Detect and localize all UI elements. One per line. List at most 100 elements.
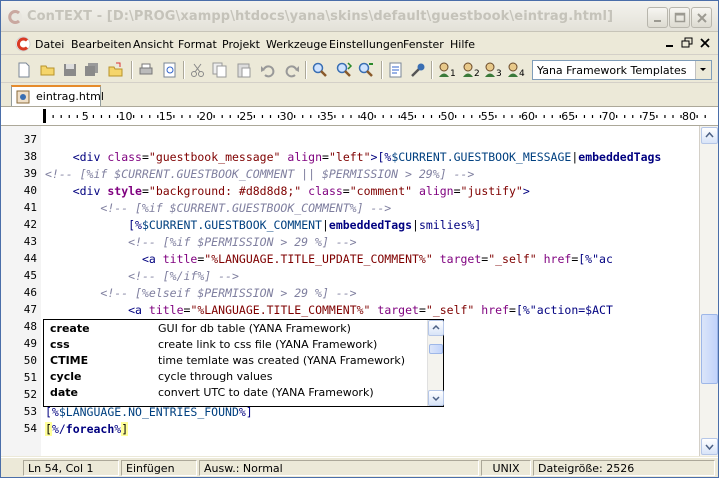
ruler-tick	[141, 115, 143, 118]
ruler-tick	[302, 115, 304, 118]
ruler-tick	[76, 115, 78, 118]
status-selection-mode: Ausw.: Normal	[199, 460, 479, 476]
title-bar[interactable]: ConTEXT - [D:\PROG\xampp\htdocs\yana\ski…	[1, 1, 718, 32]
ruler-label: 35	[320, 110, 334, 123]
tab-eintrag-html[interactable]: eintrag.html	[11, 85, 104, 106]
highlighter-select[interactable]: Yana Framework Templates	[532, 60, 712, 80]
print-icon[interactable]	[137, 61, 155, 79]
ruler-tick	[149, 115, 151, 118]
toolbar-separator	[431, 61, 433, 79]
ruler-tick	[100, 115, 103, 118]
code-line: 45 <!-- [%/if%] -->	[23, 269, 239, 283]
maximize-button[interactable]	[669, 7, 690, 28]
mdi-close-icon[interactable]	[699, 37, 711, 49]
ruler-tick	[52, 115, 54, 118]
code-line: 44 <a title="%LANGUAGE.TITLE_UPDATE_COMM…	[23, 252, 613, 266]
undo-icon[interactable]	[259, 61, 277, 79]
menu-datei[interactable]: Datei	[35, 38, 64, 51]
new-file-icon[interactable]	[15, 61, 33, 79]
ruler-tick	[229, 115, 231, 118]
replace-icon[interactable]	[357, 61, 375, 79]
toolbar-separator	[183, 61, 185, 79]
cut-icon[interactable]	[189, 61, 207, 79]
completion-scroll-up[interactable]	[428, 320, 444, 336]
ruler-tick	[108, 115, 111, 118]
ruler-label: 80	[682, 110, 696, 123]
status-bar: Ln 54, Col 1 Einfügen Ausw.: Normal UNIX…	[1, 457, 718, 477]
ruler-tick	[664, 115, 666, 118]
tab-label: eintrag.html	[36, 90, 104, 103]
minimize-icon	[654, 20, 661, 22]
code-line: 38 <div class="guestbook_message" align=…	[23, 150, 662, 164]
paste-icon[interactable]	[235, 61, 253, 79]
ruler-tick	[551, 115, 553, 118]
find-next-icon[interactable]	[335, 61, 353, 79]
file-properties-icon[interactable]	[387, 61, 405, 79]
arrow-down-icon	[705, 444, 714, 451]
ruler-tick	[543, 115, 545, 118]
highlighter-select-value: Yana Framework Templates	[537, 64, 687, 77]
ruler-label: 75	[642, 110, 656, 123]
ruler-tick	[213, 115, 215, 118]
ruler-tick	[390, 115, 392, 118]
ruler-label: 25	[239, 110, 253, 123]
mdi-restore-icon[interactable]	[681, 37, 693, 49]
ruler-label: 60	[521, 110, 535, 123]
close-button[interactable]	[691, 7, 712, 28]
status-cursor-position: Ln 54, Col 1	[23, 460, 119, 476]
toolbar: 1 2 3 4 Yana Framework Templates	[1, 57, 718, 83]
ruler-label: 70	[602, 110, 616, 123]
completion-scroll-down[interactable]	[428, 390, 444, 406]
dropdown-arrow[interactable]	[695, 61, 711, 79]
completion-item[interactable]: css create link to css file (YANA Framewo…	[44, 337, 427, 353]
completion-item[interactable]: CTIME time temlate was created (YANA Fram…	[44, 353, 427, 369]
ruler-label: 30	[280, 110, 294, 123]
code-line: 43 <!-- [%if $PERMISSION > 29 %] -->	[23, 235, 357, 249]
document-logo-icon[interactable]	[15, 36, 31, 52]
menu-hilfe[interactable]: Hilfe	[450, 38, 475, 51]
ruler-label: 15	[159, 110, 173, 123]
open-folder-icon[interactable]	[39, 61, 57, 79]
maximize-icon	[674, 12, 686, 23]
ruler-label: 40	[360, 110, 374, 123]
menu-einstellungen[interactable]: Einstellungen	[329, 38, 404, 51]
completion-item[interactable]: date convert UTC to date (YANA Framework)	[44, 385, 427, 401]
ruler-tick	[495, 115, 497, 118]
completion-item[interactable]: cycle cycle through values	[44, 369, 427, 385]
tools-icon[interactable]	[409, 61, 427, 79]
editor-scrollbar[interactable]	[699, 126, 718, 456]
code-line: 42 [%$CURRENT.GUESTBOOK_COMMENT|embedded…	[23, 218, 482, 232]
find-icon[interactable]	[311, 61, 329, 79]
completion-scrollbar[interactable]	[427, 320, 444, 406]
code-line: 40 <div style="background: #d8d8d8;" cla…	[23, 184, 530, 198]
redo-icon[interactable]	[283, 61, 301, 79]
scroll-down-button[interactable]	[701, 438, 718, 455]
ruler-tick	[253, 115, 255, 118]
minimize-button[interactable]	[647, 7, 668, 28]
ruler-tick	[511, 115, 513, 118]
completion-scroll-thumb[interactable]	[429, 344, 443, 354]
menu-bearbeiten[interactable]: Bearbeiten	[71, 38, 131, 51]
menu-ansicht[interactable]: Ansicht	[133, 38, 174, 51]
code-line: 39 <!-- [%if $CURRENT.GUESTBOOK_COMMENT |…	[23, 167, 475, 181]
completion-item[interactable]: create GUI for db table (YANA Framework)	[44, 321, 427, 337]
menu-format[interactable]: Format	[178, 38, 217, 51]
scroll-up-button[interactable]	[701, 127, 718, 144]
menu-fenster[interactable]: Fenster	[403, 38, 444, 51]
mdi-minimize-icon[interactable]	[664, 37, 676, 49]
save-icon[interactable]	[61, 61, 79, 79]
menu-projekt[interactable]: Projekt	[222, 38, 260, 51]
print-preview-icon[interactable]	[161, 61, 179, 79]
toolbar-separator	[305, 61, 307, 79]
scroll-thumb[interactable]	[701, 314, 718, 384]
open-project-icon[interactable]	[107, 61, 125, 79]
code-line: 54 [%/foreach%]	[23, 422, 129, 436]
ruler-tick	[382, 115, 384, 118]
copy-icon[interactable]	[211, 61, 229, 79]
code-completion-popup[interactable]: create GUI for db table (YANA Framework) …	[43, 319, 444, 407]
menu-werkzeuge[interactable]: Werkzeuge	[266, 38, 327, 51]
code-line: 41 <!-- [%if $CURRENT.GUESTBOOK_COMMENT%…	[23, 201, 392, 215]
ruler-tick	[133, 115, 135, 118]
save-all-icon[interactable]	[83, 61, 101, 79]
ruler-tick	[342, 115, 344, 118]
